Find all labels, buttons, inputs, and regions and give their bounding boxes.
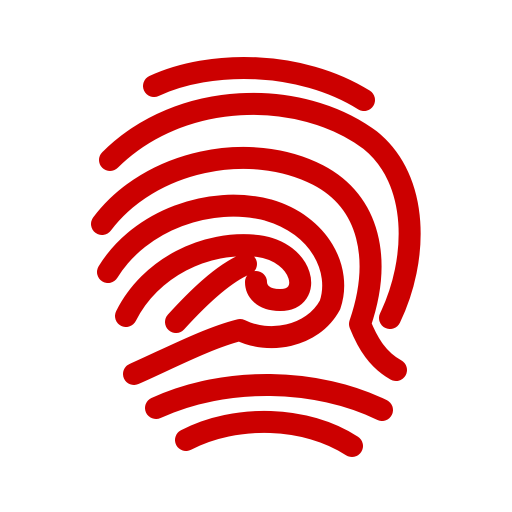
- ridge-5: [165, 253, 257, 333]
- fingerprint-icon: [91, 56, 421, 457]
- ridge-bottom-1: [145, 374, 393, 421]
- icon-canvas: [0, 0, 512, 512]
- ridge-bottom-2: [175, 410, 363, 457]
